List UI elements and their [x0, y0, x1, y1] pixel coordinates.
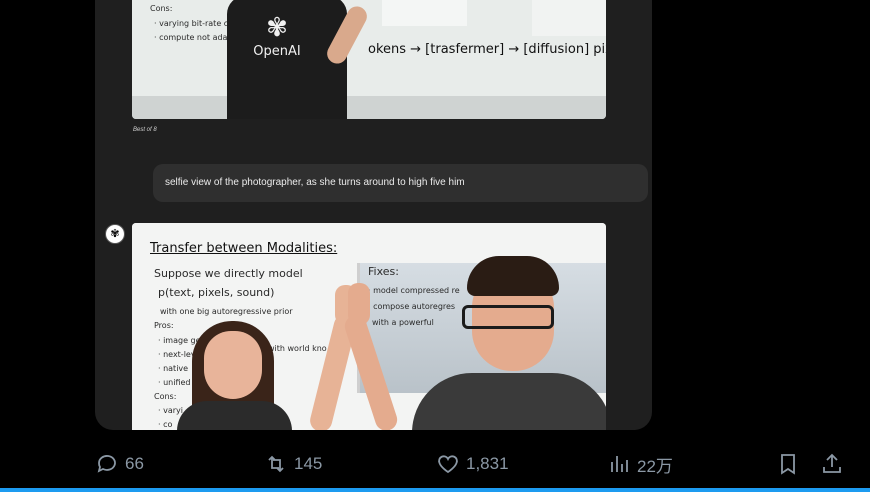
whiteboard-text: okens → [trasfermer] → [diffusion] pixel…	[368, 42, 606, 57]
assistant-avatar: ✾	[105, 224, 125, 244]
man	[412, 373, 606, 430]
reply-icon	[97, 455, 116, 473]
views-button[interactable]: 22万	[607, 448, 673, 480]
whiteboard-text: · varyi	[158, 406, 183, 415]
image-caption: Best of 8	[133, 127, 157, 133]
fixes-text: · compose autoregres	[368, 302, 456, 311]
openai-logo: ✾ OpenAI	[247, 14, 307, 59]
whiteboard-text: Suppose we directly model	[154, 267, 303, 280]
whiteboard-text: · compute not ada	[154, 33, 228, 42]
views-count: 22万	[637, 456, 673, 476]
reply-count: 66	[125, 454, 144, 473]
whiteboard-text: · unified	[158, 378, 191, 387]
whiteboard-text: with one big autoregressive prior	[160, 307, 293, 316]
tweet-action-bar: 66 145 1,831 22万	[0, 448, 870, 480]
generated-image-top[interactable]: Cons: · varying bit-rate c · compute not…	[132, 0, 606, 119]
glasses	[462, 305, 554, 329]
share-icon	[823, 453, 841, 473]
whiteboard-text: · native	[158, 364, 189, 373]
whiteboard-text: · co	[158, 420, 173, 429]
fixes-title: Fixes:	[368, 265, 399, 278]
whiteboard-text: · next-lev	[158, 350, 196, 359]
generated-image-bottom[interactable]: Transfer between Modalities: Suppose we …	[132, 223, 606, 430]
fixes-text: with a powerful	[372, 318, 434, 327]
reply-button[interactable]: 66	[95, 448, 144, 480]
whiteboard-text: with world kno	[268, 344, 327, 353]
whiteboard-text: Pros:	[154, 321, 174, 330]
whiteboard-text: Cons:	[154, 392, 177, 401]
repost-icon	[268, 455, 284, 473]
fixes-text: · model compressed re	[368, 286, 460, 295]
repost-count: 145	[294, 454, 323, 473]
share-button[interactable]	[820, 448, 844, 480]
prompt-text: selfie view of the photographer, as she …	[165, 177, 465, 188]
whiteboard-title: Transfer between Modalities:	[150, 241, 338, 256]
whiteboard-text: · varying bit-rate c	[154, 19, 229, 28]
bookmark-button[interactable]	[776, 448, 800, 480]
like-button[interactable]: 1,831	[436, 448, 509, 480]
prompt-bubble: selfie view of the photographer, as she …	[153, 164, 648, 202]
heart-icon	[438, 455, 458, 474]
analytics-icon	[611, 456, 628, 472]
conversation-card: Cons: · varying bit-rate c · compute not…	[95, 0, 652, 430]
whiteboard-text: · image ge	[158, 336, 201, 345]
bottom-accent-line	[0, 488, 870, 492]
like-count: 1,831	[466, 454, 509, 473]
bookmark-icon	[781, 454, 795, 475]
repost-button[interactable]: 145	[264, 448, 322, 480]
whiteboard-text: p(text, pixels, sound)	[158, 286, 275, 299]
openai-logo-icon: ✾	[266, 12, 288, 42]
shirt-text: OpenAI	[253, 44, 301, 59]
whiteboard-text: Cons:	[150, 4, 173, 13]
